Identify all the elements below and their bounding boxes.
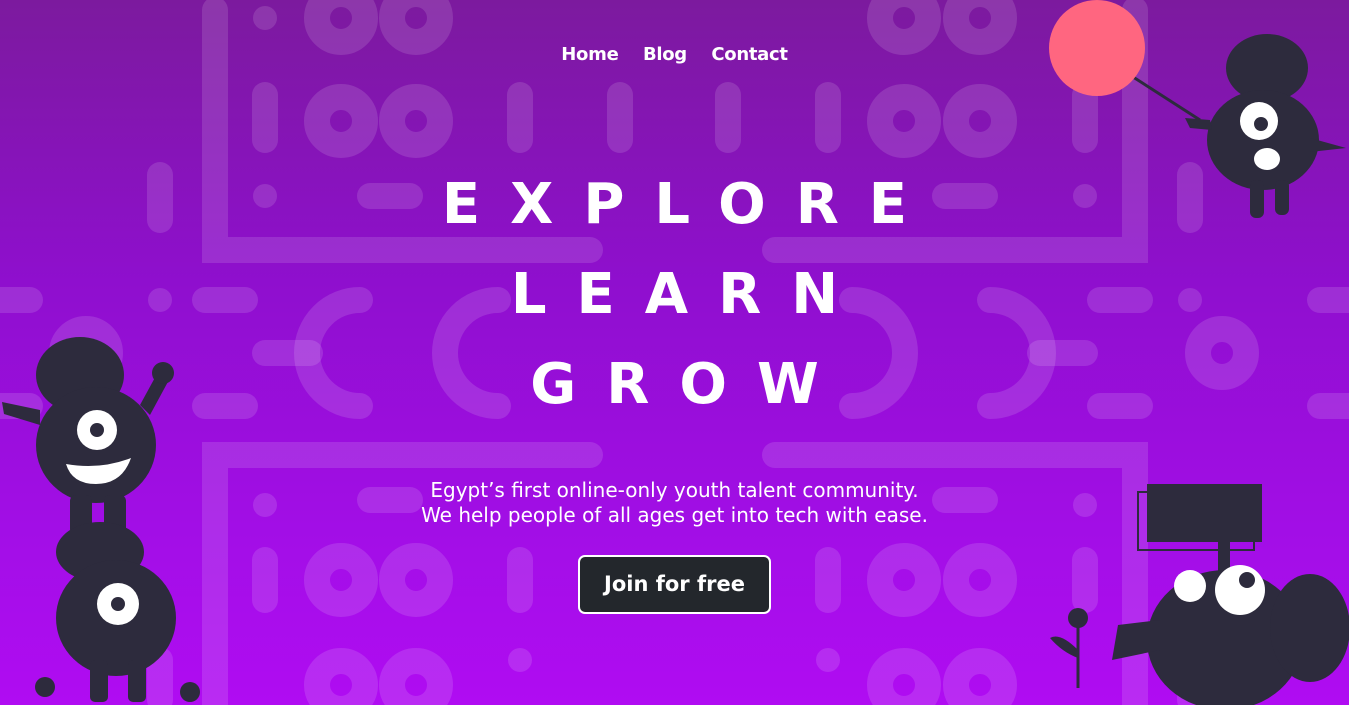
nav-contact-link[interactable]: Contact (711, 44, 788, 65)
join-for-free-button[interactable]: Join for free (578, 555, 771, 614)
main-nav: Home Blog Contact (0, 44, 1349, 65)
hero-headline: EXPLORE LEARN GROW (0, 160, 1349, 430)
hero-section: Home Blog Contact EXPLORE LEARN GROW Egy… (0, 0, 1349, 705)
tagline-line-1: Egypt’s first online-only youth talent c… (430, 478, 919, 502)
headline-explore: EXPLORE (441, 172, 938, 237)
headline-learn: LEARN (510, 262, 869, 327)
nav-home-link[interactable]: Home (561, 44, 619, 65)
headline-grow: GROW (530, 352, 849, 417)
hero-tagline: Egypt’s first online-only youth talent c… (0, 478, 1349, 528)
nav-blog-link[interactable]: Blog (643, 44, 687, 65)
tagline-line-2: We help people of all ages get into tech… (421, 503, 928, 527)
